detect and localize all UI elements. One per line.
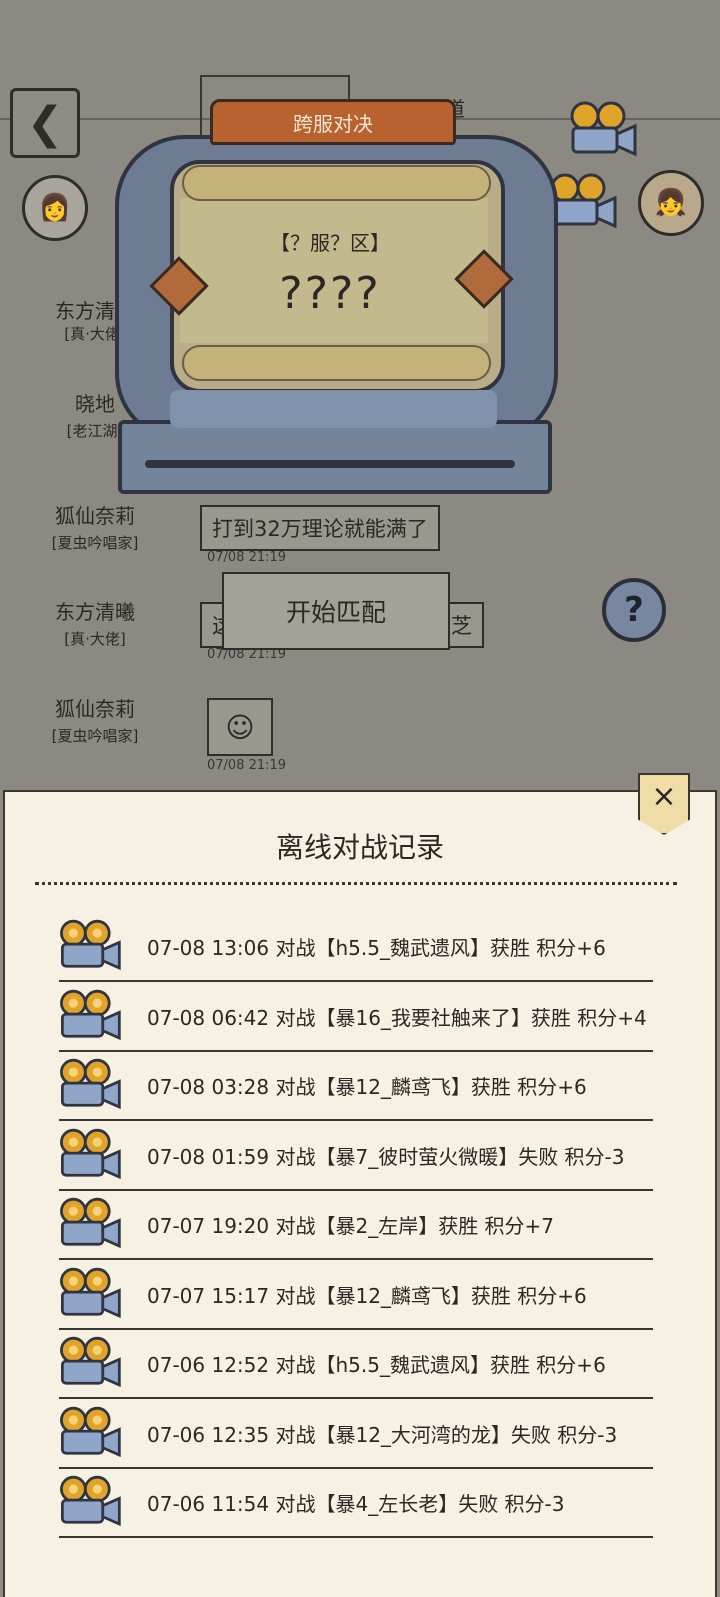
battle-record-text: 07-08 06:42 对战【暴16_我要社触来了】获胜 积分+4 bbox=[147, 1005, 647, 1030]
chat-user-name: 狐仙奈莉 bbox=[55, 697, 135, 721]
machine-panel bbox=[170, 390, 497, 428]
help-button[interactable]: ? bbox=[602, 578, 666, 642]
chat-timestamp: 07/08 21:19 bbox=[207, 550, 287, 565]
avatar[interactable]: 👩 bbox=[22, 175, 88, 241]
start-match-button[interactable]: 开始匹配 bbox=[222, 572, 450, 650]
row-divider bbox=[59, 1536, 653, 1538]
smiley-face-icon: ☺ bbox=[225, 710, 255, 744]
camera-icon bbox=[60, 1058, 121, 1110]
battle-record-text: 07-08 13:06 对战【h5.5_魏武遗风】获胜 积分+6 bbox=[147, 936, 606, 960]
camera-icon bbox=[60, 1197, 121, 1249]
opponent-server: 【？服？区】 bbox=[270, 231, 390, 255]
chat-timestamp: 07/08 21:19 bbox=[207, 758, 287, 773]
match-machine-title: 跨服对决 bbox=[210, 99, 456, 145]
chat-message-bubble: 打到32万理论就能满了 bbox=[200, 505, 440, 551]
chat-user-title: [夏虫吟唱家] bbox=[51, 727, 139, 745]
battle-record-text: 07-07 15:17 对战【暴12_麟鸢飞】获胜 积分+6 bbox=[147, 1283, 587, 1308]
row-divider bbox=[59, 1327, 653, 1330]
battle-record-text: 07-06 11:54 对战【暴4_左长老】失败 积分-3 bbox=[147, 1492, 565, 1516]
camera-icon bbox=[60, 1475, 121, 1527]
chat-message-end: 芝 bbox=[451, 614, 472, 638]
avatar[interactable]: 👧 bbox=[638, 170, 704, 236]
battle-record-text: 07-06 12:52 对战【h5.5_魏武遗风】获胜 积分+6 bbox=[147, 1353, 606, 1377]
chat-user-name: 狐仙奈莉 bbox=[55, 504, 135, 528]
row-divider bbox=[59, 1188, 653, 1191]
chat-sticker: ☺ bbox=[207, 698, 273, 756]
row-divider bbox=[59, 980, 653, 982]
avatar-girl-icon: 👩 bbox=[38, 193, 72, 223]
row-divider bbox=[59, 1466, 653, 1469]
battle-record-text: 07-08 01:59 对战【暴7_彼时萤火微暖】失败 积分-3 bbox=[147, 1144, 625, 1169]
row-divider bbox=[59, 1397, 653, 1399]
match-machine-slot bbox=[145, 460, 515, 468]
battle-record-text: 07-06 12:35 对战【暴12_大河湾的龙】失败 积分-3 bbox=[147, 1422, 618, 1447]
battle-record-text: 07-07 19:20 对战【暴2_左岸】获胜 积分+7 bbox=[147, 1214, 555, 1238]
battle-record-row[interactable]: 07-06 11:54 对战【暴4_左长老】失败 积分-3 bbox=[55, 1474, 655, 1542]
avatar-headset-icon: 👧 bbox=[654, 188, 688, 218]
camera-icon bbox=[60, 1336, 121, 1388]
camera-icon bbox=[60, 1267, 121, 1318]
match-machine-base bbox=[118, 420, 552, 494]
battle-record-row[interactable]: 07-08 03:28 对战【暴12_麟鸢飞】获胜 积分+6 bbox=[55, 1057, 655, 1125]
camera-icon bbox=[60, 989, 121, 1040]
dotted-divider bbox=[35, 882, 677, 885]
battle-record-row[interactable]: 07-06 12:52 对战【h5.5_魏武遗风】获胜 积分+6 bbox=[55, 1335, 655, 1403]
opponent-name: ???? bbox=[279, 268, 381, 319]
battle-record-row[interactable]: 07-06 12:35 对战【暴12_大河湾的龙】失败 积分-3 bbox=[55, 1405, 655, 1473]
panel-title: 离线对战记录 bbox=[275, 831, 444, 864]
battle-record-row[interactable]: 07-07 19:20 对战【暴2_左岸】获胜 积分+7 bbox=[55, 1196, 655, 1264]
chat-user-title: [真·大佬] bbox=[64, 630, 126, 648]
battle-record-row[interactable]: 07-08 01:59 对战【暴7_彼时萤火微暖】失败 积分-3 bbox=[55, 1127, 655, 1195]
battle-record-row[interactable]: 07-07 15:17 对战【暴12_麟鸢飞】获胜 积分+6 bbox=[55, 1266, 655, 1334]
back-button[interactable]: ❮ bbox=[10, 88, 80, 158]
chat-user-name: 东方清曦 bbox=[55, 600, 135, 624]
camera-icon bbox=[60, 1128, 121, 1179]
battle-record-row[interactable]: 07-08 06:42 对战【暴16_我要社触来了】获胜 积分+4 bbox=[55, 988, 655, 1056]
battle-record-text: 07-08 03:28 对战【暴12_麟鸢飞】获胜 积分+6 bbox=[147, 1075, 587, 1099]
screen-bottom-band bbox=[182, 345, 491, 381]
battle-record-row[interactable]: 07-08 13:06 对战【h5.5_魏武遗风】获胜 积分+6 bbox=[55, 918, 655, 986]
question-icon: ? bbox=[624, 590, 644, 630]
screen-top-band bbox=[182, 165, 491, 201]
chat-user-title: [夏虫吟唱家] bbox=[51, 534, 139, 552]
row-divider bbox=[59, 1049, 653, 1052]
row-divider bbox=[59, 1258, 653, 1260]
row-divider bbox=[59, 1119, 653, 1121]
close-icon: × bbox=[651, 779, 677, 814]
camera-icon bbox=[570, 101, 637, 157]
camera-icon bbox=[60, 1406, 121, 1457]
back-arrow-icon: ❮ bbox=[26, 97, 64, 149]
camera-icon bbox=[60, 919, 121, 971]
